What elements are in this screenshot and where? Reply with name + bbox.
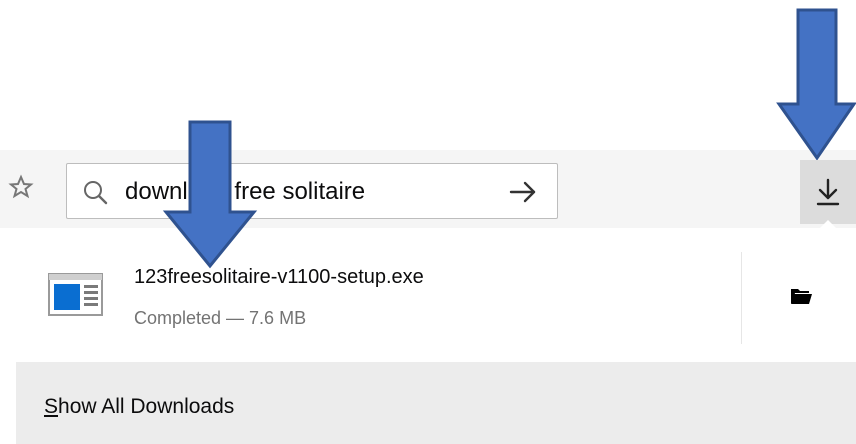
download-item[interactable]: 123freesolitaire-v1100-setup.exe Complet… [16,232,856,362]
executable-file-icon [48,273,103,316]
search-icon [84,181,108,205]
folder-icon [791,289,812,304]
show-all-downloads-button[interactable]: Show All Downloads [44,395,234,419]
accesskey-letter: S [44,395,59,418]
search-box[interactable] [66,163,558,219]
downloads-button[interactable] [800,160,856,224]
show-all-label: how All Downloads [58,395,235,418]
item-divider [741,252,742,344]
panel-caret [816,220,840,232]
downloads-footer[interactable]: Show All Downloads [16,362,856,444]
star-icon[interactable] [0,162,42,212]
annotation-arrow-down [162,120,258,269]
download-arrow-icon [816,178,840,206]
arrow-right-icon[interactable] [507,176,539,208]
star-icon-glyph [8,174,34,199]
open-folder-button[interactable] [786,280,816,310]
annotation-arrow-down [776,8,856,160]
download-status: Completed — 7.6 MB [134,308,307,328]
